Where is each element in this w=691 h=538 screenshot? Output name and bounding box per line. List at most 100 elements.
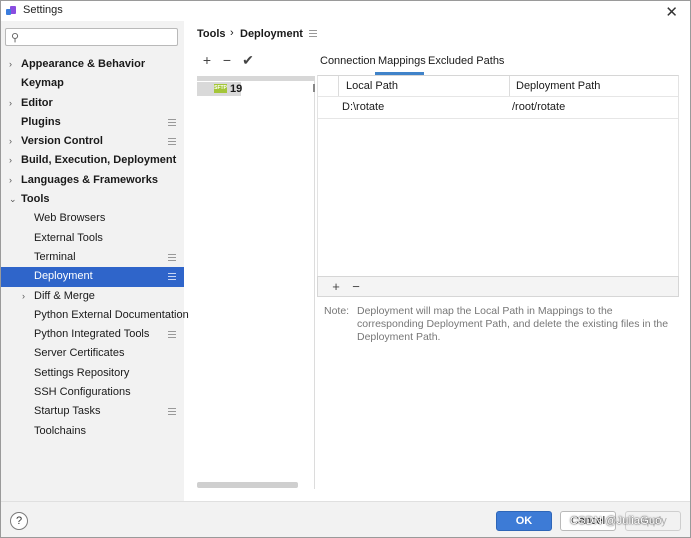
dialog-footer: ? OK Cancel Apply CSDN @JuliaGuo [1,501,690,537]
sidebar-item-label: External Tools [34,231,103,244]
breadcrumb-separator: › [230,27,234,39]
chevron-right-icon[interactable]: › [9,151,12,170]
project-settings-icon [168,331,176,339]
close-icon[interactable]: ✕ [665,3,678,21]
column-separator [509,76,510,96]
sidebar-item-label: Python External Documentation [34,308,189,321]
sidebar-item-startup-tasks[interactable]: Startup Tasks [1,402,184,421]
app-logo-icon [6,6,18,16]
sidebar-item-label: Deployment [34,270,93,283]
sidebar-item-terminal[interactable]: Terminal [1,248,184,267]
sidebar-item-label: Terminal [34,250,76,263]
sidebar-item-tools[interactable]: ⌄ Tools [1,190,184,209]
sidebar-item-diff-merge[interactable]: › Diff & Merge [1,287,184,306]
sidebar-item-label: Keymap [21,77,64,90]
sidebar-item-editor[interactable]: › Editor [1,94,184,113]
tab-mappings[interactable]: Mappings [378,55,426,67]
note-label: Note: [324,305,350,317]
server-name: 19 [230,83,243,95]
breadcrumb-current: Deployment [240,28,303,40]
sidebar-item-label: Tools [21,193,50,206]
sidebar-item-version-control[interactable]: › Version Control [1,132,184,151]
project-settings-icon [168,273,176,281]
search-input[interactable] [26,30,174,44]
deployment-tabs: Connection Mappings Excluded Paths [317,53,679,75]
note-text: Deployment will map the Local Path in Ma… [357,305,669,343]
tab-connection[interactable]: Connection [320,55,376,67]
sidebar-item-python-external-documentation[interactable]: Python External Documentation [1,306,189,325]
servers-scrollbar[interactable] [197,482,298,488]
sidebar-item-deployment[interactable]: Deployment [1,267,184,287]
project-settings-icon [168,408,176,416]
sidebar-item-label: Appearance & Behavior [21,58,146,70]
sidebar-item-label: Version Control [21,135,103,148]
sidebar-item-label: Startup Tasks [34,405,101,418]
apply-button[interactable]: Apply [625,511,681,531]
project-settings-icon [168,118,176,126]
sidebar-item-python-integrated-tools[interactable]: Python Integrated Tools [1,325,184,344]
chevron-right-icon[interactable]: › [9,94,12,113]
remove-server-button[interactable]: − [219,51,235,69]
sidebar-item-label: Python Integrated Tools [34,328,150,341]
project-settings-icon [168,138,176,146]
sidebar-item-server-certificates[interactable]: Server Certificates [1,344,184,363]
project-settings-icon [168,253,176,261]
mappings-table: Local Path Deployment Path D:\rotate /ro… [317,75,679,276]
add-server-button[interactable]: + [199,51,215,69]
chevron-right-icon[interactable]: › [9,132,12,151]
window-title: Settings [23,4,63,16]
sidebar-item-settings-repository[interactable]: Settings Repository [1,364,184,383]
chevron-right-icon[interactable]: › [9,171,12,190]
column-separator [338,76,339,96]
sidebar-item-label: Languages & Frameworks [21,173,158,186]
settings-sidebar: ⚲ › Appearance & Behavior Keymap › Editor Plu… [1,21,189,501]
breadcrumb-parent[interactable]: Tools [197,28,226,40]
sidebar-item-label: Diff & Merge [34,289,95,302]
sidebar-item-web-browsers[interactable]: Web Browsers [1,209,184,228]
sidebar-item-label: Editor [21,96,53,109]
sidebar-item-external-tools[interactable]: External Tools [1,229,184,248]
title-bar: Settings ✕ [1,1,690,21]
search-icon: ⚲ [11,32,20,44]
local-path-cell[interactable]: D:\rotate [342,97,384,117]
server-overflow-marker [313,84,315,92]
chevron-right-icon[interactable]: › [22,287,25,306]
row-divider [318,118,678,119]
sidebar-item-label: SSH Configurations [34,386,131,399]
ok-button[interactable]: OK [496,511,552,531]
add-mapping-button[interactable]: + [328,278,344,296]
sidebar-item-label: Server Certificates [34,347,125,360]
search-box[interactable]: ⚲ [5,28,178,46]
deployment-path-cell[interactable]: /root/rotate [512,97,565,117]
sidebar-item-keymap[interactable]: Keymap [1,74,184,93]
server-item[interactable]: SFTP 19 [197,82,315,96]
sidebar-item-build-execution-deployment[interactable]: › Build, Execution, Deployment [1,151,184,170]
settings-tree: › Appearance & Behavior Keymap › Editor Plugi… [1,55,189,441]
help-button[interactable]: ? [10,512,28,530]
sidebar-item-languages-frameworks[interactable]: › Languages & Frameworks [1,171,184,190]
servers-list: SFTP 19 [197,76,315,489]
sidebar-item-label: Web Browsers [34,212,106,225]
sftp-icon: SFTP [214,84,227,93]
column-header-deployment-path[interactable]: Deployment Path [516,76,600,96]
sidebar-item-ssh-configurations[interactable]: SSH Configurations [1,383,184,402]
servers-list-header [197,76,315,81]
sidebar-item-label: Plugins [21,115,61,128]
servers-toolbar: + − ✔ [197,51,315,71]
tab-excluded-paths[interactable]: Excluded Paths [428,55,504,67]
sidebar-item-toolchains[interactable]: Toolchains [1,422,184,441]
sidebar-item-label: Build, Execution, Deployment [21,154,177,167]
remove-mapping-button[interactable]: − [348,278,364,296]
sidebar-item-label: Toolchains [34,424,86,437]
sidebar-item-label: Settings Repository [34,366,130,379]
column-header-local-path[interactable]: Local Path [346,76,398,96]
settings-dialog: Settings ✕ ⚲ › Appearance & Behavior Keyma… [0,0,691,538]
cancel-button[interactable]: Cancel [560,511,616,531]
chevron-right-icon[interactable]: › [9,55,12,74]
project-settings-icon [309,30,317,37]
mappings-toolbar: + − [317,276,679,297]
sidebar-item-plugins[interactable]: Plugins [1,113,184,132]
set-default-server-button[interactable]: ✔ [240,51,256,69]
sidebar-item-appearance-behavior[interactable]: › Appearance & Behavior [1,55,184,74]
chevron-down-icon[interactable]: ⌄ [9,190,17,209]
